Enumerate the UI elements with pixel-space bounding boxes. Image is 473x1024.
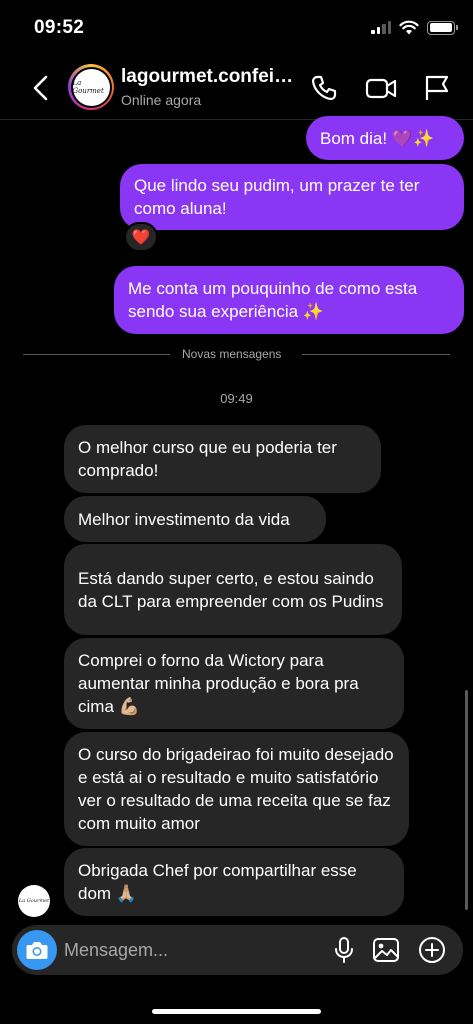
divider-line-right [302,354,450,355]
incoming-message[interactable]: Comprei o forno da Wictory para aumentar… [64,638,404,729]
new-messages-divider: Novas mensagens [182,347,282,361]
battery-icon [427,20,458,35]
incoming-message[interactable]: O curso do brigadeirao foi muito desejad… [64,732,409,846]
message-text: Melhor investimento da vida [78,509,290,529]
home-indicator[interactable] [152,1009,321,1014]
message-list[interactable]: Bom dia! 💜✨ Que lindo seu pudim, um praz… [0,116,473,920]
outgoing-message[interactable]: Bom dia! 💜✨ [306,116,464,160]
status-icons [371,20,458,35]
message-text: Comprei o forno da Wictory para aumentar… [78,651,359,716]
status-time: 09:52 [34,17,85,38]
reaction-emoji: ❤️ [131,229,151,246]
gallery-image-icon[interactable] [372,936,400,964]
wifi-icon [399,20,419,35]
incoming-message[interactable]: Melhor investimento da vida [64,496,326,542]
heart-reaction[interactable]: ❤️ [124,222,158,252]
message-timestamp: 09:49 [220,391,253,406]
message-text: Bom dia! 💜✨ [320,128,435,148]
camera-button[interactable] [17,930,57,970]
profile-avatar[interactable]: La Gourmet [68,64,114,110]
incoming-message[interactable]: O melhor curso que eu poderia ter compra… [64,425,381,493]
back-arrow-icon[interactable] [30,74,52,102]
chat-header: La Gourmet lagourmet.confeitaria Online … [0,56,473,120]
flag-report-icon[interactable] [423,74,451,102]
incoming-message[interactable]: Está dando super certo, e estou saindo d… [64,544,402,635]
online-status: Online agora [121,92,202,108]
message-text: O melhor curso que eu poderia ter compra… [78,438,337,480]
outgoing-message[interactable]: Que lindo seu pudim, um prazer te ter co… [120,164,464,230]
phone-call-icon[interactable] [310,74,338,102]
sender-avatar[interactable]: La Gourmet [18,885,50,917]
add-plus-icon[interactable] [418,936,446,964]
video-call-icon[interactable] [365,74,397,102]
message-text: Me conta um pouquinho de como esta sendo… [128,279,418,321]
camera-icon [26,942,48,959]
avatar-logo: La Gourmet [72,79,104,95]
status-bar: 09:52 [0,0,473,56]
message-input[interactable] [64,925,314,975]
message-text: Está dando super certo, e estou saindo d… [78,568,384,611]
contact-name[interactable]: lagourmet.confeitaria [121,66,297,88]
message-text: Obrigada Chef por compartilhar esse dom … [78,861,357,903]
incoming-message[interactable]: Obrigada Chef por compartilhar esse dom … [64,848,404,916]
message-text: Que lindo seu pudim, um prazer te ter co… [134,176,420,218]
cellular-signal-icon [371,21,391,34]
microphone-icon[interactable] [330,936,358,964]
scrollbar[interactable] [465,690,468,910]
avatar-logo: La Gourmet [18,898,50,904]
outgoing-message[interactable]: Me conta um pouquinho de como esta sendo… [114,266,464,334]
message-text: O curso do brigadeirao foi muito desejad… [78,745,394,833]
divider-line-left [23,354,170,355]
message-composer [12,925,463,975]
